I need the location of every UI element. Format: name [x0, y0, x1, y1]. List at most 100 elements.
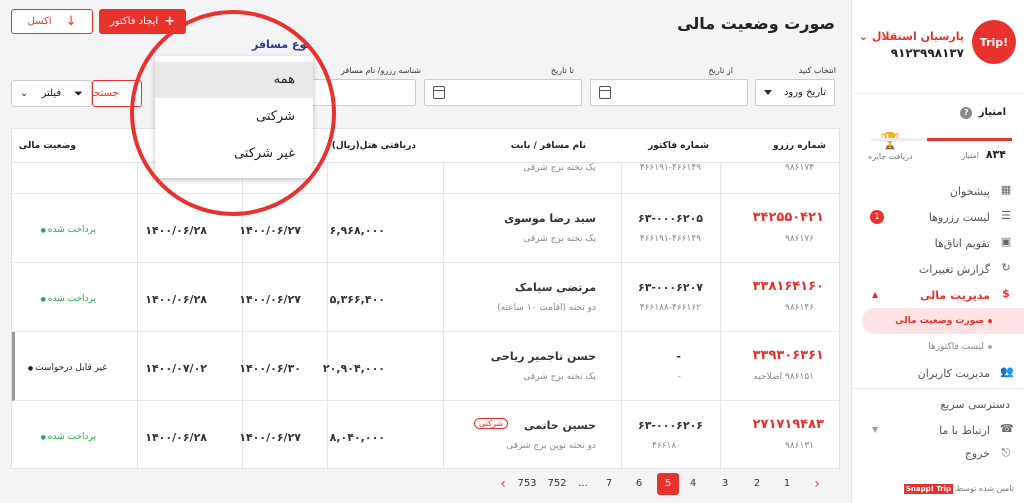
page-title: صورت وضعیت مالی [677, 14, 835, 33]
sidebar-item-statement[interactable]: صورت وضعیت مالی [862, 308, 1024, 334]
sidebar-item-room-calendar[interactable]: تقویم اتاق‌ها ▣ [852, 230, 1024, 256]
invoice-sub: ۴۶۶۱۹۱-۴۶۶۱۴۹ [639, 234, 701, 244]
from-date-input[interactable] [590, 79, 748, 106]
divider [851, 93, 1024, 94]
booking-sub: ۹۸۶۱۴۶ [784, 303, 814, 313]
passenger-name: مرتضی سیامک [514, 281, 596, 294]
page-3[interactable]: 3 [714, 473, 736, 495]
table-row[interactable]: ۲۷۱۷۱۹۴۸۳ ۹۸۶۱۳۱ ۶۳-۰۰۰۶۲۰۶ ۴۶۶۱۸۰ حسین … [12, 401, 839, 468]
bookings-count-badge: 1 [870, 210, 884, 224]
page-1[interactable]: 1 [776, 473, 798, 495]
sidebar-item-finance[interactable]: ▲ مدیریت مالی $ [852, 282, 1024, 308]
calendar-icon [433, 86, 445, 99]
header-booking-no: شماره رزرو [772, 141, 826, 151]
financial-statement-table: شماره رزرو شماره فاکتور نام مسافر / بابت… [11, 128, 840, 469]
booking-sub: ۹۸۶۱۷۴ [784, 163, 814, 173]
divider [852, 388, 1024, 389]
excel-label: اکسل [27, 16, 52, 27]
booking-number[interactable]: ۳۴۲۵۵۰۴۲۱ [753, 210, 824, 225]
next-page-arrow-icon[interactable]: ‹ [492, 473, 514, 495]
prize-label[interactable]: دریافت جایزه [868, 152, 913, 161]
table-row[interactable]: ۹۸۶۱۷۴ ۴۶۶۱۹۱-۴۶۶۱۴۹ یک تخته برج شرقی [12, 163, 839, 194]
agency-phone: ۹۱۲۳۹۹۸۱۳۷ [890, 46, 964, 60]
quick-access-label: دسترسی سریع [940, 397, 1010, 411]
header-hotel-received: دریافتی هتل(ریال) [331, 141, 416, 151]
hotel-amount: ۵,۳۶۶,۴۰۰ [329, 293, 385, 306]
invoice-number: ۶۳-۰۰۰۶۲۰۷ [638, 281, 703, 294]
excel-button[interactable]: اکسل ↓ [11, 9, 93, 34]
booking-id-label: شناسه رزرو/ نام مسافر [340, 66, 421, 75]
chevron-down-icon: ⌄ [858, 30, 868, 43]
page-752[interactable]: 752 [544, 473, 570, 495]
option-non-corporate[interactable]: غیر شرکتی [234, 146, 295, 161]
search-button[interactable]: جستجو [92, 80, 142, 107]
score-label: امتیاز [961, 151, 979, 160]
sidebar-item-logout[interactable]: خروج ⎋ [852, 443, 1024, 463]
invoice-sub: - [677, 372, 681, 382]
pagination: ‹ 753 752 ... 7 6 5 4 3 2 1 › [492, 473, 832, 495]
table-row[interactable]: ۳۳۹۳۰۶۳۶۱ ۹۸۶۱۵۱ اصلاحیه - - حسن تاجمیر … [12, 332, 839, 401]
bullet-icon [988, 345, 992, 349]
agency-name: پارسیان استقلال [871, 30, 964, 43]
date-to: ۱۴۰۰/۰۶/۲۸ [145, 431, 207, 444]
table-row[interactable]: ۳۳۸۱۶۴۱۶۰ ۹۸۶۱۴۶ ۶۳-۰۰۰۶۲۰۷ ۴۶۶۱۸۸-۴۶۶۱۶… [12, 263, 839, 332]
sidebar-item-changes-report[interactable]: گزارش تغییرات ↻ [852, 256, 1024, 282]
filter-button[interactable]: ⌄ فیلتر ⏷ [11, 80, 92, 107]
status-badge: پرداخت شده [41, 294, 96, 304]
booking-number[interactable]: ۳۳۹۳۰۶۳۶۱ [753, 348, 824, 363]
sidebar-item-invoices[interactable]: لیست فاکتورها [852, 334, 1024, 360]
passenger-sub: یک تخته برج شرقی [523, 234, 596, 244]
passenger-name: حسن تاجمیر ریاحی [490, 350, 596, 363]
to-date-input[interactable] [424, 79, 582, 106]
sidebar-item-label: خروج [964, 446, 990, 460]
calendar-icon: ▣ [1000, 235, 1012, 248]
list-icon: ☰ [1001, 209, 1011, 222]
option-all[interactable]: همه [274, 72, 295, 87]
page-7[interactable]: 7 [598, 473, 620, 495]
booking-number[interactable]: ۲۷۱۷۱۹۴۸۳ [753, 417, 824, 432]
page-4[interactable]: 4 [682, 473, 704, 495]
header-invoice-no: شماره فاکتور [648, 141, 709, 151]
booking-sub: ۹۸۶۱۳۱ [784, 441, 814, 451]
download-arrow-icon: ↓ [65, 14, 77, 29]
date-type-select[interactable]: تاریخ ورود [755, 79, 835, 106]
sidebar-item-label: تقویم اتاق‌ها [934, 236, 990, 250]
invoice-sub: ۴۶۶۱۸۰ [651, 441, 681, 451]
page-6[interactable]: 6 [628, 473, 650, 495]
agency-switcher[interactable]: پارسیان استقلال ⌄ [855, 30, 964, 43]
booking-id-input[interactable] [310, 79, 416, 106]
sidebar-item-label: لیست فاکتورها [928, 342, 984, 352]
date-from: ۱۴۰۰/۰۶/۲۷ [239, 431, 301, 444]
create-invoice-button[interactable]: ایجاد فاکتور + [99, 9, 186, 34]
help-icon[interactable]: ? [960, 107, 973, 119]
score-progress-bar [871, 138, 1012, 141]
history-icon: ↻ [1001, 261, 1011, 274]
passenger-type-title: نوع مسافر [252, 38, 311, 51]
sidebar-item-contact[interactable]: ▼ ارتباط با ما ☎ [852, 417, 1024, 443]
sidebar-item-dashboard[interactable]: پیشخوان ▦ [852, 178, 1024, 204]
app-logo: Trip! [972, 20, 1016, 64]
powered-by-label: تامین شده توسط [955, 484, 1014, 493]
date-type-value: تاریخ ورود [783, 87, 826, 98]
page-5[interactable]: 5 [657, 473, 679, 495]
passenger-sub: یک تخته برج شرقی [523, 372, 596, 382]
page-753[interactable]: 753 [514, 473, 540, 495]
table-row[interactable]: ۳۴۲۵۵۰۴۲۱ ۹۸۶۱۷۶ ۶۳-۰۰۰۶۲۰۵ ۴۶۶۱۹۱-۴۶۶۱۴… [12, 194, 839, 263]
sidebar-menu: پیشخوان ▦ 1 لیست رزروها ☰ تقویم اتاق‌ها … [852, 178, 1024, 463]
sidebar-item-bookings[interactable]: 1 لیست رزروها ☰ [852, 204, 1024, 230]
passenger-name: حسین حاتمی [523, 419, 596, 432]
logout-icon: ⎋ [1001, 446, 1011, 459]
status-badge: غیر قابل درخواست [28, 363, 107, 373]
date-from: ۱۴۰۰/۰۶/۲۷ [239, 224, 301, 237]
booking-number[interactable]: ۳۳۸۱۶۴۱۶۰ [753, 279, 824, 294]
option-corporate[interactable]: شرکتی [256, 109, 295, 124]
sidebar-item-label: گزارش تغییرات [918, 262, 990, 276]
page-2[interactable]: 2 [746, 473, 768, 495]
prev-page-arrow-icon[interactable]: › [806, 473, 828, 495]
phone-icon: ☎ [1000, 422, 1014, 435]
score-value: ۸۳۴ [985, 148, 1006, 161]
from-date-label: از تاریخ [708, 66, 733, 75]
date-to: ۱۴۰۰/۰۶/۲۸ [145, 293, 207, 306]
status-badge: پرداخت شده [41, 225, 96, 235]
sidebar-item-users[interactable]: مدیریت کاربران 👥 [852, 360, 1024, 386]
